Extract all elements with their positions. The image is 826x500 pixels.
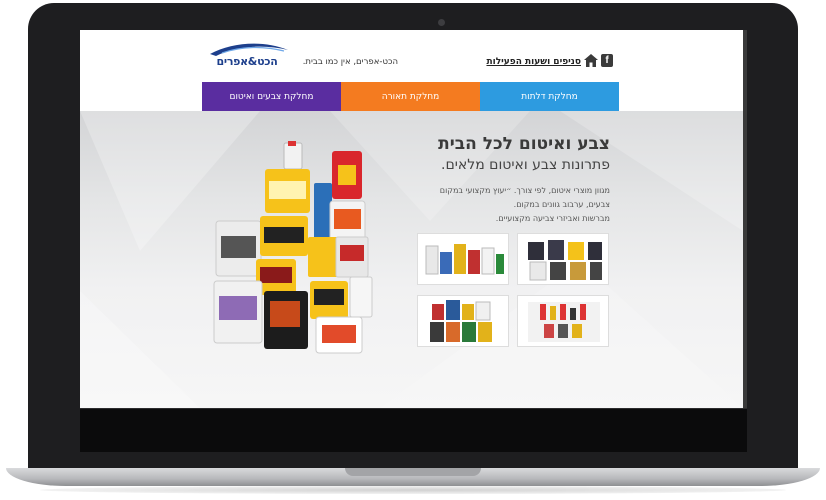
hero-description-line: צבעים, ערבוב גוונים במקום. — [513, 200, 610, 209]
tab-paint-sealing[interactable]: מחלקת צבעים ואיטום — [202, 82, 341, 111]
hero-description: מגוון מוצרי איטום, לפי צורך. ״יעוץ מקצוע… — [410, 184, 610, 226]
hero-subtitle: פתרונות צבע ואיטום מלאים. — [441, 157, 610, 173]
thumbnail-sealants[interactable] — [417, 233, 509, 285]
department-tabs: מחלקת צבעים ואיטום מחלקת תאורה מחלקת דלת… — [202, 82, 619, 111]
site-logo[interactable]: הכט&אפרים — [202, 42, 292, 72]
facebook-icon[interactable]: f — [601, 54, 613, 67]
branches-hours-link[interactable]: סניפים ושעות הפעילות — [476, 57, 581, 67]
laptop-shadow — [40, 486, 786, 494]
thumbnail-paint-cans[interactable] — [417, 295, 509, 347]
hero-description-line: מגוון מוצרי איטום, לפי צורך. ״יעוץ מקצוע… — [439, 186, 610, 195]
tagline: הכט-אפרים, אין כמו בבית. — [302, 57, 398, 67]
logo-text: הכט&אפרים — [216, 55, 278, 68]
product-thumbnails — [417, 233, 613, 347]
site-header: הכט&אפרים הכט-אפרים, אין כמו בבית. סניפי… — [80, 30, 743, 82]
hero-background-pattern — [80, 111, 743, 408]
paint-products-image — [213, 141, 373, 354]
tab-lighting[interactable]: מחלקת תאורה — [341, 82, 480, 111]
laptop-base-notch — [345, 468, 481, 476]
thumbnail-brushes-accessories[interactable] — [517, 295, 609, 347]
hero-title: צבע ואיטום לכל הבית — [438, 134, 610, 154]
screen-bottom-bar — [80, 408, 747, 452]
browser-screen: הכט&אפרים הכט-אפרים, אין כמו בבית. סניפי… — [80, 30, 747, 408]
thumbnail-paint-buckets[interactable] — [517, 233, 609, 285]
hero-section: צבע ואיטום לכל הבית פתרונות צבע ואיטום מ… — [80, 111, 743, 408]
camera — [438, 19, 445, 26]
tab-doors[interactable]: מחלקת דלתות — [480, 82, 619, 111]
home-icon[interactable] — [584, 54, 598, 67]
scrollbar[interactable] — [743, 30, 747, 408]
hero-description-line: מברשות ואביזרי צביעה מקצועיים. — [495, 214, 610, 223]
